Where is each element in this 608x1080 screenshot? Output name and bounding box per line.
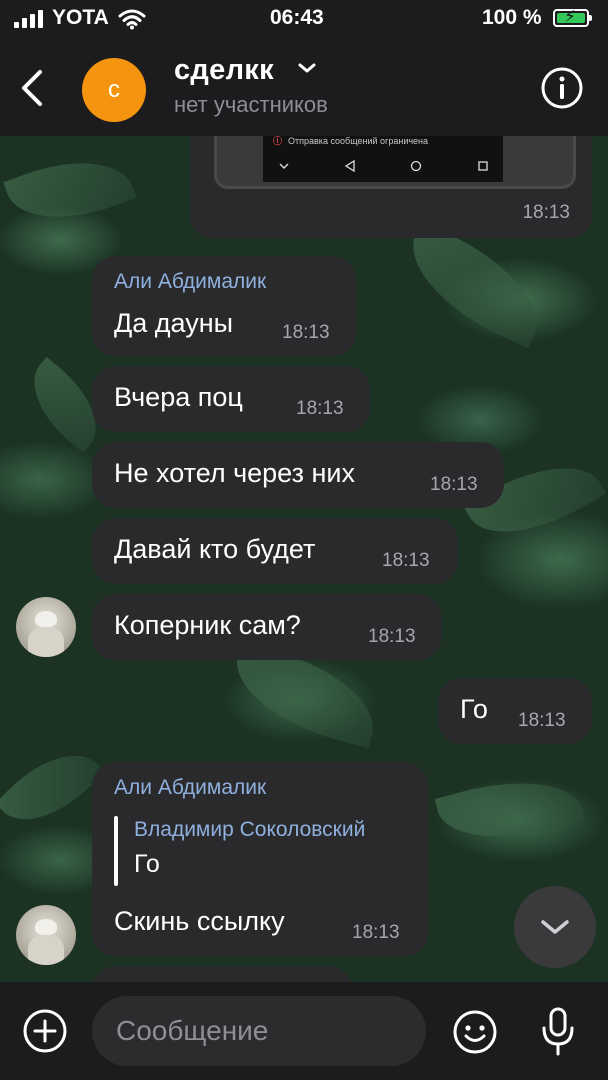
message-text: Вчера поц — [114, 382, 243, 412]
message-time: 18:13 — [282, 322, 330, 343]
message-text: Коперник сам? — [114, 610, 301, 640]
back-triangle-icon — [344, 160, 355, 172]
incoming-message[interactable]: Не хотел через них 18:13 — [92, 442, 504, 508]
microphone-icon[interactable] — [538, 1006, 578, 1058]
status-time: 06:43 — [270, 6, 324, 29]
plus-icon[interactable] — [22, 1008, 68, 1054]
incoming-message[interactable]: Али Абдималик Да дауны 18:13 — [92, 256, 356, 356]
chat-avatar[interactable]: с — [82, 58, 146, 122]
message-time: 18:13 — [518, 710, 566, 731]
composer-bar — [0, 982, 608, 1080]
battery-icon: ⚡ — [553, 7, 592, 27]
message-input[interactable] — [92, 996, 426, 1066]
message-time: 18:13 — [368, 626, 416, 647]
sender-name[interactable]: Али Абдималик — [114, 270, 266, 294]
wifi-icon — [118, 9, 146, 30]
message-time: 18:13 — [352, 922, 400, 943]
charging-bolt-icon: ⚡ — [564, 7, 576, 26]
chat-subtitle: нет участников — [174, 92, 328, 117]
reply-quote-bar — [114, 816, 118, 886]
cellular-signal-icon — [14, 10, 43, 28]
chevron-left-icon[interactable] — [14, 66, 54, 110]
message-text: Не хотел через них — [114, 458, 355, 488]
message-text: Го — [460, 694, 488, 724]
recents-square-icon — [478, 161, 488, 171]
image-message[interactable]: ⓘ Отправка сообщений ограничена 18:13 — [190, 126, 592, 238]
chevron-down-icon — [279, 163, 289, 169]
incoming-reply-message[interactable]: Али Абдималик Владимир Соколовский Го Ск… — [92, 762, 428, 956]
message-text: Давай кто будет — [114, 534, 316, 564]
info-icon[interactable] — [540, 66, 584, 110]
message-time: 18:13 — [382, 550, 430, 571]
chevron-down-icon — [541, 920, 569, 934]
chat-avatar-letter: с — [108, 76, 120, 103]
chat-title[interactable]: сделкк — [174, 54, 274, 87]
message-text: Скинь ссылку — [114, 906, 285, 936]
home-circle-icon — [411, 160, 422, 172]
message-time: 18:13 — [296, 398, 344, 419]
background-leaf — [392, 221, 558, 349]
sender-avatar[interactable] — [16, 597, 76, 657]
reply-quote-text[interactable]: Го — [134, 850, 160, 879]
chevron-down-icon[interactable] — [296, 60, 318, 76]
scroll-to-bottom-button[interactable] — [514, 886, 596, 968]
carrier-name: YOTA — [52, 6, 109, 29]
message-time: 18:13 — [522, 202, 570, 223]
sender-avatar[interactable] — [16, 905, 76, 965]
reply-quote-author[interactable]: Владимир Соколовский — [134, 818, 365, 842]
message-time: 18:13 — [430, 474, 478, 495]
incoming-message[interactable]: Коперник сам? 18:13 — [92, 594, 442, 660]
message-text: Да дауны — [114, 308, 234, 338]
emoji-icon[interactable] — [452, 1009, 498, 1055]
top-bar: YOTA 06:43 100 % ⚡ с сделкк нет участник… — [0, 0, 608, 136]
background-leaf — [0, 732, 105, 843]
sender-name[interactable]: Али Абдималик — [114, 776, 266, 800]
outgoing-message[interactable]: Го 18:13 — [438, 678, 592, 744]
screenshot-nav-bar — [279, 157, 489, 175]
battery-percentage: 100 % — [482, 6, 542, 29]
incoming-message[interactable]: Вчера поц 18:13 — [92, 366, 370, 432]
background-leaf — [3, 141, 137, 239]
background-leaf — [434, 762, 586, 858]
incoming-message[interactable]: Давай кто будет 18:13 — [92, 518, 458, 584]
